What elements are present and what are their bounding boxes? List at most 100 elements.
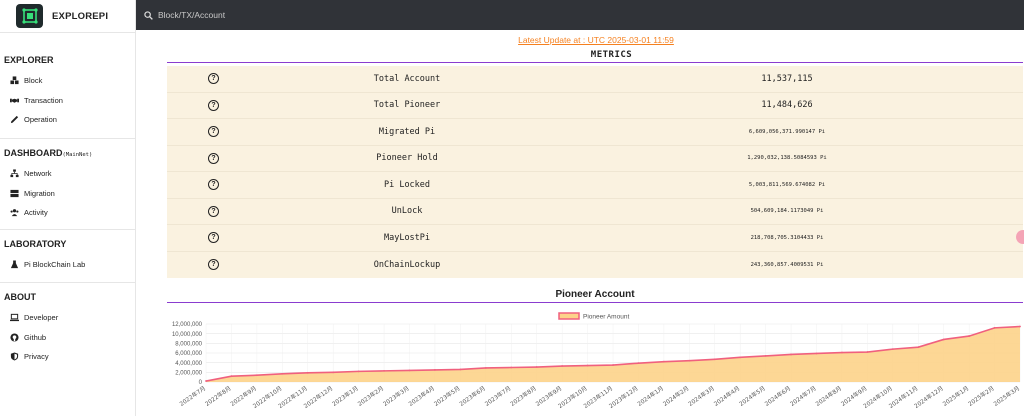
x-tick-label: 2023年7月 [483, 384, 512, 408]
sidebar-item-privacy[interactable]: Privacy [0, 347, 135, 367]
metrics-title: METRICS [590, 50, 633, 60]
metrics-row-unlock: ? UnLock 504,609,184.1173049 Pi [167, 199, 1023, 225]
help-icon[interactable]: ? [208, 179, 219, 191]
metrics-row-pi-locked: ? Pi Locked 5,003,811,569.674082 Pi [167, 172, 1023, 199]
laboratory-heading: LABORATORY [4, 239, 67, 249]
metric-label: Total Pioneer [373, 100, 441, 111]
x-tick-label: 2023年4月 [407, 384, 436, 408]
sidebar-item-migration[interactable]: Migration [0, 184, 135, 204]
data-point [993, 326, 996, 329]
laptop-icon [10, 314, 19, 322]
metrics-row-onchainlockup: ? OnChainLockup 243,360,857.4009531 Pi [167, 252, 1023, 279]
metric-value: 1,290,032,138.5084593 Pi [747, 155, 827, 162]
brand-name: EXPLOREPI [52, 10, 109, 22]
sidebar-item-developer[interactable]: Developer [0, 308, 135, 328]
data-point [713, 358, 716, 361]
x-tick-label: 2023年5月 [432, 384, 461, 408]
sidebar-item-block[interactable]: Block [0, 71, 135, 91]
sidebar-item-label: Transaction [24, 95, 63, 105]
server-icon [10, 189, 19, 197]
sidebar-item-github[interactable]: Github [0, 328, 135, 348]
sidebar-item-operation[interactable]: Operation [0, 110, 135, 130]
data-point [510, 366, 513, 369]
sidebar-item-label: Developer [24, 313, 59, 323]
legend-label: Pioneer Amount [583, 314, 629, 321]
explorepi-logo-icon [16, 4, 43, 28]
app-root: EXPLOREPI EXPLORER Block Transaction Ope… [0, 0, 1024, 416]
metric-value: 6,609,056,371.990147 Pi [748, 128, 826, 135]
metrics-row-total-pioneer: ? Total Pioneer 11,484,626 [167, 93, 1023, 119]
metric-label: Total Account [373, 73, 441, 84]
data-point [561, 365, 564, 367]
help-icon[interactable]: ? [208, 152, 219, 164]
x-tick-label: 2024年5月 [738, 384, 767, 408]
data-point [332, 371, 335, 374]
metric-value: 5,003,811,569.674082 Pi [748, 181, 826, 188]
help-icon[interactable]: ? [208, 205, 219, 217]
x-tick-label: 2024年4月 [712, 384, 741, 408]
data-point [790, 353, 792, 356]
chart-title: Pioneer Account [555, 289, 635, 300]
sidebar-item-network[interactable]: Network [0, 164, 135, 184]
search-icon[interactable] [144, 10, 153, 20]
data-point [968, 335, 971, 337]
help-icon[interactable]: ? [208, 259, 219, 271]
x-tick-label: 2023年1月 [331, 384, 360, 408]
pencil-icon [10, 116, 19, 124]
data-point [841, 351, 843, 354]
sidebar-item-transaction[interactable]: Transaction [0, 91, 135, 111]
metric-label: UnLock [391, 206, 423, 217]
dashboard-section: DASHBOARD(MainNet) Network Migration Act… [0, 139, 135, 230]
metric-label: Pi Locked [383, 179, 431, 190]
y-tick-label: 8,000,000 [175, 342, 202, 348]
sidebar-item-label: Block [24, 76, 43, 86]
sidebar-item-label: Network [24, 169, 52, 179]
data-point [484, 367, 487, 369]
x-tick-label: 2025年1月 [941, 384, 970, 408]
search-input[interactable] [158, 10, 458, 20]
help-icon[interactable]: ? [208, 99, 219, 111]
metrics-divider [167, 62, 1023, 63]
x-tick-label: 2025年3月 [992, 384, 1021, 408]
sidebar: EXPLOREPI EXPLORER Block Transaction Ope… [0, 0, 136, 416]
metrics-row-maylostpi: ? MayLostPi 218,708,705.3104433 Pi [167, 225, 1023, 252]
help-icon[interactable]: ? [208, 126, 219, 138]
metric-value: 504,609,184.1173049 Pi [750, 208, 824, 215]
dashboard-heading: DASHBOARD(MainNet) [0, 148, 135, 158]
data-point [230, 375, 233, 378]
help-icon[interactable]: ? [208, 232, 219, 244]
y-tick-label: 10,000,000 [172, 332, 203, 338]
brand[interactable]: EXPLOREPI [0, 0, 135, 33]
x-tick-label: 2024年1月 [636, 384, 665, 408]
explorer-heading: EXPLORER [4, 55, 54, 65]
metrics-table: ? Total Account 11,537,115 ? Total Pione… [167, 66, 1023, 278]
data-point [942, 338, 945, 341]
flask-icon [10, 260, 19, 269]
sidebar-item-label: Privacy [24, 352, 49, 362]
x-tick-label: 2023年2月 [356, 384, 385, 408]
data-point [281, 372, 284, 375]
pioneer-account-chart: Pioneer Amount 0 2,000,000 4,000,000 6,000,0… [172, 312, 1021, 410]
metric-label: MayLostPi [383, 232, 431, 243]
x-tick-label: 2025年2月 [967, 384, 996, 408]
x-tick-label: 2024年7月 [788, 384, 817, 408]
data-point [637, 362, 640, 365]
sidebar-item-label: Pi BlockChain Lab [24, 260, 86, 270]
github-icon [10, 333, 19, 342]
handshake-icon [10, 98, 19, 103]
data-point [586, 364, 589, 367]
laboratory-section: LABORATORY Pi BlockChain Lab [0, 230, 135, 283]
y-tick-label: 4,000,000 [175, 361, 202, 367]
scroll-indicator[interactable] [1016, 230, 1024, 244]
metric-label: Pioneer Hold [376, 153, 438, 164]
help-icon[interactable]: ? [208, 73, 219, 85]
shield-icon [10, 352, 19, 361]
data-point [383, 369, 385, 372]
metric-label: OnChainLockup [373, 259, 441, 270]
sidebar-item-activity[interactable]: Activity [0, 203, 135, 223]
x-tick-label: 2023年6月 [458, 384, 487, 408]
latest-update-link[interactable]: Latest Update at : UTC 2025-03-01 11:59 [136, 35, 1024, 45]
search-bar [136, 0, 1024, 30]
data-point [1019, 325, 1021, 328]
sidebar-item-pi-blockchain-lab[interactable]: Pi BlockChain Lab [0, 255, 135, 275]
